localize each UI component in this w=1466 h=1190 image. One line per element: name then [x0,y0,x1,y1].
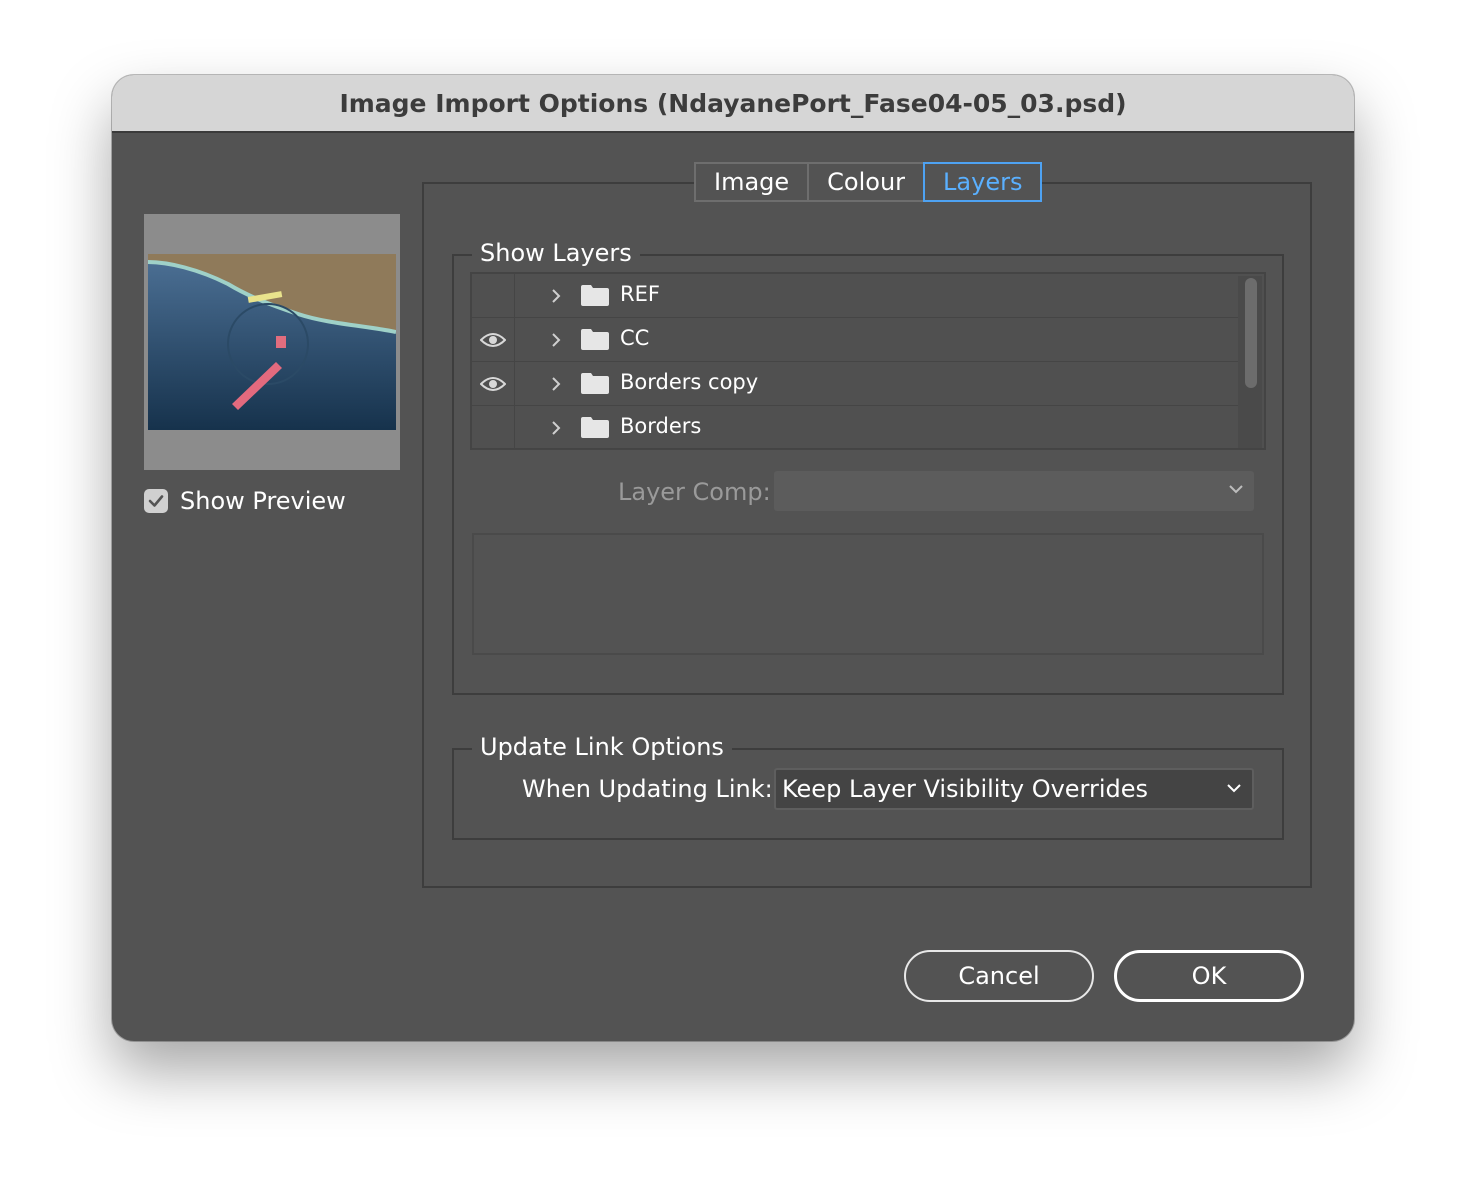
scrollbar-thumb[interactable] [1245,278,1257,388]
preview-thumbnail [148,254,396,430]
image-preview [144,214,400,470]
visibility-toggle[interactable] [472,318,515,361]
layer-row-cc[interactable]: CC [472,318,1240,362]
show-preview-label: Show Preview [180,487,346,515]
tab-layers[interactable]: Layers [923,162,1043,202]
folder-icon [581,329,609,350]
tab-image[interactable]: Image [694,162,810,202]
when-updating-value: Keep Layer Visibility Overrides [782,775,1149,803]
ok-button[interactable]: OK [1114,950,1304,1002]
eye-icon [480,376,506,391]
chevron-right-icon[interactable] [550,376,562,392]
chevron-right-icon[interactable] [550,332,562,348]
dialog-window: Image Import Options (NdayanePort_Fase04… [112,75,1354,1041]
show-preview-checkbox[interactable] [144,489,168,513]
chevron-right-icon[interactable] [550,420,562,436]
layer-comp-description [472,533,1264,655]
chevron-down-icon [1229,485,1243,494]
layer-comp-label: Layer Comp: [618,478,771,506]
visibility-toggle[interactable] [472,274,515,317]
layers-scrollbar[interactable] [1238,276,1262,448]
cancel-button[interactable]: Cancel [904,950,1094,1002]
layer-row-ref[interactable]: REF [472,274,1240,318]
chevron-right-icon[interactable] [550,288,562,304]
layer-comp-dropdown [774,471,1254,511]
title-bar[interactable]: Image Import Options (NdayanePort_Fase04… [112,75,1354,133]
folder-icon [581,417,609,438]
folder-icon [581,285,609,306]
chevron-down-icon [1227,784,1241,793]
when-updating-dropdown[interactable]: Keep Layer Visibility Overrides [774,768,1254,810]
layer-row-borders-copy[interactable]: Borders copy [472,362,1240,406]
update-link-title: Update Link Options [472,733,732,761]
eye-icon [480,332,506,347]
layer-name: CC [620,326,650,350]
show-layers-title: Show Layers [472,239,640,267]
window-title: Image Import Options (NdayanePort_Fase04… [339,88,1127,118]
layer-name: Borders [620,414,702,438]
when-updating-label: When Updating Link: [522,775,773,803]
layers-list[interactable]: REF CC Borders copy Borders [470,272,1266,450]
layer-row-borders[interactable]: Borders [472,406,1240,450]
visibility-toggle[interactable] [472,406,515,449]
layer-name: REF [620,282,660,306]
checkmark-icon [148,495,164,507]
tab-bar: Image Colour Layers [694,162,1043,202]
layer-name: Borders copy [620,370,759,394]
tab-colour[interactable]: Colour [809,162,926,202]
folder-icon [581,373,609,394]
show-preview-option[interactable]: Show Preview [144,487,346,515]
visibility-toggle[interactable] [472,362,515,405]
